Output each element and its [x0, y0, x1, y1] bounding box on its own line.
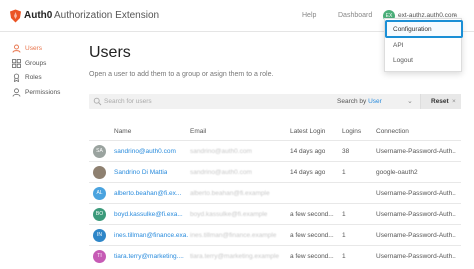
avatar: BO: [93, 208, 106, 221]
search-icon: [93, 97, 102, 106]
search-input[interactable]: [104, 96, 324, 107]
account-dropdown-menu: Configuration API Logout: [384, 18, 463, 72]
connection: google-oauth2: [376, 169, 418, 176]
connection: Username-Password-Auth...: [376, 232, 456, 239]
reset-button[interactable]: Reset ×: [420, 94, 461, 109]
brand-name[interactable]: Auth0: [24, 10, 52, 21]
connection: Username-Password-Auth...: [376, 211, 456, 218]
menu-item-api[interactable]: API: [393, 42, 403, 49]
user-name[interactable]: alberto.beahan@fi.ex...: [114, 190, 181, 197]
search-by-value: User: [368, 98, 382, 105]
user-name[interactable]: boyd.kassulke@fi.exa...: [114, 211, 183, 218]
table-row[interactable]: Sandrino Di Mattia sandrino@auth0.com 14 d…: [89, 161, 461, 182]
sidebar-item-label: Permissions: [25, 88, 61, 96]
latest-login: a few second...: [290, 253, 334, 260]
avatar: TI: [93, 250, 106, 263]
search-by-select[interactable]: Search by User: [337, 98, 382, 105]
sidebar-item-permissions[interactable]: Permissions: [12, 86, 60, 98]
sidebar-item-roles[interactable]: Roles: [12, 71, 42, 83]
chevron-down-icon[interactable]: ⌄: [407, 97, 413, 105]
user-name[interactable]: Sandrino Di Mattia: [114, 169, 167, 176]
auth0-logo-icon[interactable]: [9, 9, 22, 23]
menu-item-configuration[interactable]: Configuration: [385, 20, 463, 38]
table-row[interactable]: IN ines.tillman@finance.exa... ines.tillma…: [89, 224, 461, 245]
permissions-icon: [12, 87, 21, 97]
table-row[interactable]: AL alberto.beahan@fi.ex... alberto.beahan@…: [89, 182, 461, 203]
user-email: ines.tillman@finance.example: [190, 232, 277, 239]
connection: Username-Password-Auth...: [376, 190, 456, 197]
column-header-connection[interactable]: Connection: [376, 128, 409, 135]
sidebar-item-label: Roles: [25, 73, 42, 81]
connection: Username-Password-Auth...: [376, 148, 456, 155]
sidebar-item-label: Groups: [25, 59, 47, 67]
user-name[interactable]: tiara.terry@marketing....: [114, 253, 184, 260]
user-name[interactable]: sandrino@auth0.com: [114, 148, 176, 155]
search-bar: Search by User ⌄ Reset ×: [89, 94, 461, 109]
column-header-email[interactable]: Email: [190, 128, 206, 135]
sidebar-item-groups[interactable]: Groups: [12, 57, 46, 69]
table-row[interactable]: BO boyd.kassulke@fi.exa... boyd.kassulke@f…: [89, 203, 461, 224]
logins-count: 38: [342, 148, 350, 155]
table-header: Name Email Latest Login Logins Connectio…: [89, 128, 461, 138]
logins-count: 1: [342, 211, 346, 218]
latest-login: a few second...: [290, 232, 334, 239]
table-row[interactable]: SA sandrino@auth0.com sandrino@auth0.com 14…: [89, 140, 461, 161]
close-icon: ×: [452, 98, 456, 105]
reset-label: Reset: [431, 98, 449, 105]
avatar: IN: [93, 229, 106, 242]
avatar: [93, 166, 106, 179]
user-email: sandrino@auth0.com: [190, 148, 252, 155]
user-icon: [12, 44, 21, 53]
sidebar-item-users[interactable]: Users: [12, 42, 42, 54]
latest-login: 14 days ago: [290, 169, 326, 176]
search-by-prefix: Search by: [337, 98, 367, 105]
latest-login: a few second...: [290, 211, 334, 218]
page-subtitle: Open a user to add them to a group or as…: [89, 71, 274, 78]
groups-icon: [12, 58, 21, 68]
help-link[interactable]: Help: [302, 12, 316, 19]
user-email: sandrino@auth0.com: [190, 169, 252, 176]
logins-count: 1: [342, 232, 346, 239]
page-title: Users: [89, 44, 131, 61]
connection: Username-Password-Auth...: [376, 253, 456, 260]
user-email: alberto.beahan@fi.example: [190, 190, 270, 197]
latest-login: 14 days ago: [290, 148, 326, 155]
user-email: boyd.kassulke@fi.example: [190, 211, 268, 218]
logins-count: 1: [342, 169, 346, 176]
logins-count: 1: [342, 253, 346, 260]
menu-item-logout[interactable]: Logout: [393, 57, 413, 64]
user-name[interactable]: ines.tillman@finance.exa...: [114, 232, 188, 239]
avatar: SA: [93, 145, 106, 158]
avatar: AL: [93, 187, 106, 200]
app-title: Authorization Extension: [54, 10, 160, 21]
column-header-latest-login[interactable]: Latest Login: [290, 128, 325, 135]
dashboard-link[interactable]: Dashboard: [338, 12, 372, 19]
column-header-logins[interactable]: Logins: [342, 128, 361, 135]
chevron-down-icon[interactable]: ⌄: [452, 10, 458, 18]
user-email: tiara.terry@marketing.example: [190, 253, 279, 260]
sidebar-item-label: Users: [25, 44, 42, 52]
table-row[interactable]: TI tiara.terry@marketing.... tiara.terry@m…: [89, 245, 461, 266]
column-header-name[interactable]: Name: [114, 128, 131, 135]
menu-item-label: Configuration: [393, 26, 432, 33]
roles-icon: [13, 73, 20, 82]
sidebar: Users Groups Roles Permissions: [0, 32, 80, 269]
